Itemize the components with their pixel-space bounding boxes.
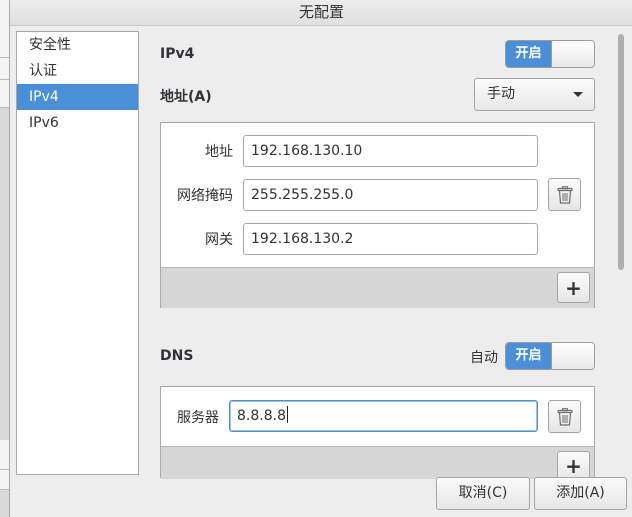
settings-sidebar: 安全性 认证 IPv4 IPv6 bbox=[16, 31, 139, 475]
content-scrollbar[interactable] bbox=[616, 30, 626, 475]
sidebar-item-authentication[interactable]: 认证 bbox=[17, 58, 138, 84]
add-address-button[interactable]: + bbox=[557, 272, 590, 303]
address-input[interactable]: 192.168.130.10 bbox=[243, 135, 538, 167]
address-method-dropdown[interactable]: 手动 bbox=[474, 78, 595, 111]
dns-toggle-on-label: 开启 bbox=[506, 343, 551, 369]
chevron-down-icon bbox=[573, 92, 583, 97]
ipv4-toggle[interactable]: 开启 bbox=[505, 40, 595, 68]
add-dns-button[interactable]: + bbox=[557, 451, 590, 480]
sidebar-item-ipv6[interactable]: IPv6 bbox=[17, 110, 138, 136]
background-window-edge bbox=[0, 0, 9, 517]
ipv4-address-panel: 地址 192.168.130.10 网络掩码 255.255.255.0 网关 … bbox=[160, 122, 595, 308]
dns-toggle-knob[interactable] bbox=[551, 343, 594, 369]
trash-icon bbox=[556, 407, 573, 426]
address-method-value: 手动 bbox=[487, 86, 515, 102]
dns-panel-footer: + bbox=[161, 446, 594, 480]
sidebar-item-ipv4[interactable]: IPv4 bbox=[17, 84, 138, 110]
netmask-label: 网络掩码 bbox=[177, 188, 233, 204]
sidebar-item-security[interactable]: 安全性 bbox=[17, 32, 138, 58]
dns-heading: DNS bbox=[160, 348, 194, 364]
dialog-title: 无配置 bbox=[10, 0, 632, 26]
network-settings-dialog: 无配置 安全性 认证 IPv4 IPv6 IPv4 开启 地址(A) 手动 地址… bbox=[9, 0, 632, 517]
dns-auto-toggle[interactable]: 开启 bbox=[505, 342, 595, 370]
trash-icon bbox=[556, 185, 573, 204]
ipv4-toggle-on-label: 开启 bbox=[506, 41, 551, 67]
netmask-input[interactable]: 255.255.255.0 bbox=[243, 179, 538, 211]
plus-icon: + bbox=[565, 275, 582, 300]
dns-auto-label: 自动 bbox=[470, 350, 498, 366]
ipv4-heading: IPv4 bbox=[160, 46, 195, 62]
dns-server-value: 8.8.8.8 bbox=[237, 408, 286, 424]
ipv4-toggle-knob[interactable] bbox=[551, 41, 594, 67]
dns-server-input[interactable]: 8.8.8.8 bbox=[229, 400, 538, 432]
plus-icon: + bbox=[565, 453, 582, 478]
delete-dns-button[interactable] bbox=[548, 400, 581, 433]
address-label: 地址 bbox=[205, 144, 233, 160]
cancel-button[interactable]: 取消(C) bbox=[436, 477, 530, 510]
text-cursor bbox=[286, 406, 288, 423]
gateway-label: 网关 bbox=[205, 232, 233, 248]
address-method-label: 地址(A) bbox=[160, 89, 212, 105]
address-panel-footer: + bbox=[161, 267, 594, 308]
add-button[interactable]: 添加(A) bbox=[534, 477, 627, 510]
dns-server-panel: 服务器 8.8.8.8 + bbox=[160, 386, 595, 480]
delete-address-button[interactable] bbox=[548, 178, 581, 211]
gateway-input[interactable]: 192.168.130.2 bbox=[243, 223, 538, 255]
dns-server-label: 服务器 bbox=[177, 410, 219, 426]
scrollbar-thumb[interactable] bbox=[618, 34, 624, 270]
